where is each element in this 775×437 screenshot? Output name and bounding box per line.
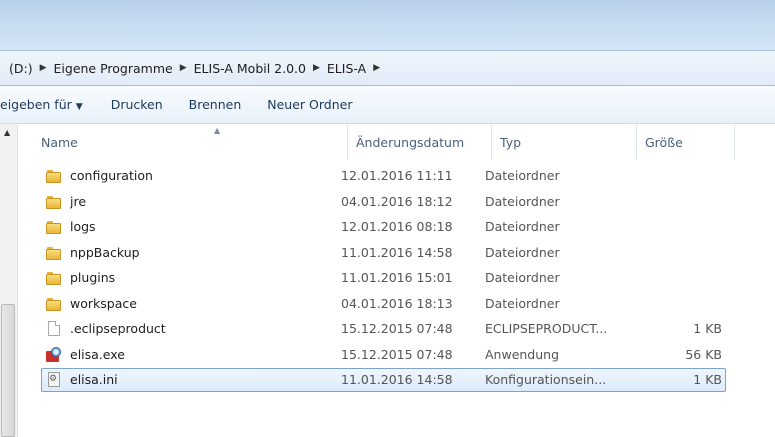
file-icon-cell [46, 321, 62, 337]
file-icon-cell [46, 270, 62, 286]
file-type: Dateiordner [485, 270, 560, 285]
file-size [625, 293, 722, 315]
file-size: 1 KB [693, 372, 722, 387]
column-header-type-label: Typ [500, 134, 522, 150]
file-date: 11.01.2016 15:01 [341, 270, 453, 285]
chevron-right-icon[interactable]: ▶ [176, 63, 191, 73]
file-date: 15.12.2015 07:48 [341, 321, 453, 336]
chevron-right-icon[interactable]: ▶ [36, 63, 51, 73]
file-name: workspace [70, 295, 137, 311]
file-row[interactable]: nppBackup 11.01.2016 14:58 Dateiordner [41, 241, 726, 265]
file-row[interactable]: elisa.ini 11.01.2016 14:58 Konfigurationse… [41, 368, 726, 392]
column-header-size-label: Größe [645, 134, 683, 150]
file-icon-cell [46, 346, 62, 363]
breadcrumb-drive[interactable]: (D:) [6, 61, 36, 76]
file-row[interactable]: configuration 12.01.2016 11:11 Dateiordner [41, 164, 726, 188]
chevron-right-icon[interactable]: ▶ [369, 63, 384, 73]
breadcrumb-eigene-programme[interactable]: Eigene Programme [51, 61, 176, 76]
file-date: 11.01.2016 14:58 [341, 244, 453, 260]
file-date: 12.01.2016 11:11 [341, 168, 453, 183]
print-button[interactable]: Drucken [101, 97, 173, 112]
file-size: 1 KB [693, 321, 722, 336]
file-icon-cell [46, 245, 62, 261]
file-name: plugins [70, 270, 116, 285]
folder-icon [46, 220, 62, 234]
file-type: ECLIPSEPRODUCT... [485, 321, 608, 336]
file-size [625, 267, 722, 289]
column-header-date-label: Änderungsdatum [356, 134, 465, 150]
file-name: .eclipseproduct [70, 321, 166, 336]
file-size [625, 242, 722, 264]
folder-icon [46, 195, 62, 209]
file-name: configuration [70, 168, 153, 183]
folder-icon [46, 271, 62, 285]
file-icon [48, 321, 60, 336]
column-header-type[interactable]: Typ [492, 124, 637, 160]
column-header-date[interactable]: Änderungsdatum [348, 124, 492, 160]
file-date: 04.01.2016 18:12 [341, 193, 453, 209]
column-header-name-label: Name [41, 134, 78, 150]
folder-icon [46, 246, 62, 260]
breadcrumb: (D:) ▶ Eigene Programme ▶ ELIS-A Mobil 2… [0, 61, 384, 76]
file-icon-cell [46, 168, 62, 184]
ini-icon [48, 372, 60, 387]
file-name: logs [70, 219, 96, 234]
file-date: 04.01.2016 18:13 [341, 295, 453, 311]
file-type: Dateiordner [485, 244, 560, 260]
file-icon-cell [46, 372, 62, 388]
file-icon-cell [46, 194, 62, 210]
file-row[interactable]: workspace 04.01.2016 18:13 Dateiordner [41, 292, 726, 316]
file-row[interactable]: logs 12.01.2016 08:18 Dateiordner [41, 215, 726, 239]
file-name: jre [70, 193, 87, 209]
file-row[interactable]: plugins 11.01.2016 15:01 Dateiordner [41, 266, 726, 290]
scroll-up-arrow-icon[interactable]: ▲ [4, 128, 10, 137]
window-title-bar [0, 0, 775, 50]
share-with-button[interactable]: eigeben für ▼ [0, 97, 93, 112]
new-folder-button[interactable]: Neuer Ordner [257, 97, 362, 112]
file-size [625, 165, 722, 187]
column-header-name[interactable]: Name ▲ [25, 124, 348, 160]
file-type: Konfigurationsein... [485, 372, 607, 387]
file-row[interactable]: .eclipseproduct 15.12.2015 07:48 ECLIPSEPR… [41, 317, 726, 341]
file-row[interactable]: elisa.exe 15.12.2015 07:48 Anwendung 56 KB [41, 343, 726, 367]
file-name: elisa.exe [70, 346, 125, 362]
caret-down-icon: ▼ [75, 102, 83, 112]
breadcrumb-elis-a[interactable]: ELIS-A [324, 61, 369, 76]
exe-icon [46, 346, 62, 363]
folder-icon [46, 297, 62, 311]
breadcrumb-elis-a-mobil[interactable]: ELIS-A Mobil 2.0.0 [191, 61, 309, 76]
sort-ascending-icon: ▲ [214, 126, 221, 135]
file-name: elisa.ini [70, 372, 118, 387]
file-date: 15.12.2015 07:48 [341, 346, 453, 362]
scrollbar-thumb[interactable] [1, 304, 15, 437]
file-date: 12.01.2016 08:18 [341, 219, 453, 234]
file-size [625, 216, 722, 238]
file-size [625, 191, 722, 213]
file-row[interactable]: jre 04.01.2016 18:12 Dateiordner [41, 190, 726, 214]
column-header-row: Name ▲ Änderungsdatum Typ Größe [25, 124, 775, 160]
column-header-size[interactable]: Größe [637, 124, 735, 160]
file-type: Dateiordner [485, 168, 560, 183]
file-date: 11.01.2016 14:58 [341, 372, 453, 387]
burn-button[interactable]: Brennen [179, 97, 252, 112]
file-type: Dateiordner [485, 219, 560, 234]
address-bar[interactable]: (D:) ▶ Eigene Programme ▶ ELIS-A Mobil 2… [0, 50, 775, 86]
file-icon-cell [46, 296, 62, 312]
navigation-pane-scrollbar[interactable]: ▲ [0, 124, 18, 437]
file-type: Dateiordner [485, 295, 560, 311]
share-with-label: eigeben für [0, 97, 72, 112]
folder-icon [46, 169, 62, 183]
file-type: Dateiordner [485, 193, 560, 209]
file-name: nppBackup [70, 244, 140, 260]
file-icon-cell [46, 219, 62, 235]
file-type: Anwendung [485, 346, 560, 362]
command-bar: eigeben für ▼ Drucken Brennen Neuer Ordne… [0, 86, 775, 124]
chevron-right-icon[interactable]: ▶ [309, 63, 324, 73]
file-size: 56 KB [685, 346, 722, 362]
